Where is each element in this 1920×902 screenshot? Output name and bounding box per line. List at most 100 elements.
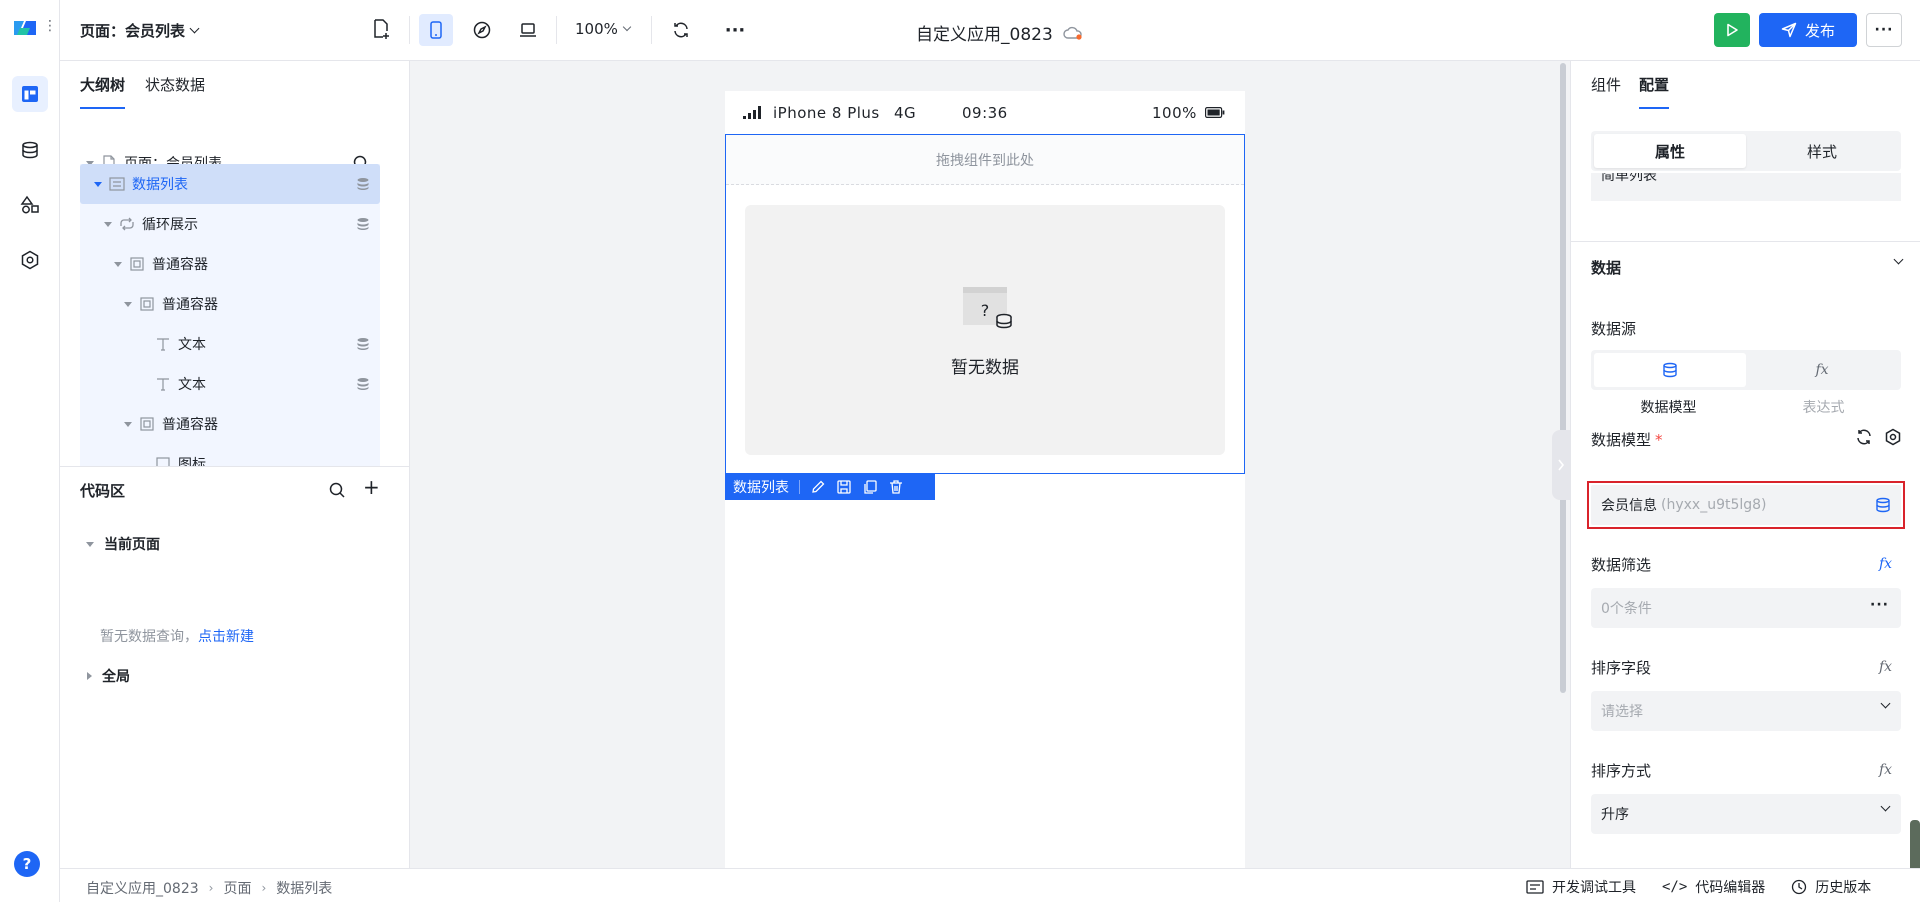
delete-icon[interactable] [888,479,904,495]
chevron-down-icon [1880,698,1891,709]
add-page-button[interactable] [370,18,392,44]
refresh-icon [674,22,688,38]
more-vertical-icon[interactable]: ⋮ [43,19,57,33]
code-editor-button[interactable]: </> 代码编辑器 [1662,877,1765,897]
code-global[interactable]: 全局 [80,666,130,686]
zoom-select[interactable]: 100% [575,20,632,38]
fx-icon[interactable]: fx [1879,659,1892,675]
refresh-icon[interactable] [1855,428,1873,446]
save-icon[interactable] [836,479,852,495]
caret-down-icon [124,421,132,427]
code-empty-text: 暂无数据查询， [100,629,198,645]
sort-order-select[interactable]: 升序 [1591,794,1901,834]
tree-node-data-list[interactable]: 数据列表 [80,164,380,204]
tree-node-container[interactable]: 普通容器 [80,404,380,444]
datasource-model-option[interactable] [1594,353,1746,387]
zoom-value: 100% [575,20,618,38]
refresh-button[interactable] [664,14,698,46]
history-icon [1792,879,1807,895]
drop-hint: 拖拽组件到此处 [726,135,1244,185]
settings-icon[interactable] [1884,428,1902,446]
history-button[interactable]: 历史版本 [1791,877,1871,897]
dev-tools-label: 开发调试工具 [1552,880,1636,896]
run-preview-button[interactable] [1714,13,1750,47]
rail-settings-button[interactable] [12,242,48,278]
help-icon[interactable]: ? [14,851,40,877]
datasource-expression-option[interactable]: fx [1746,353,1898,387]
tree-node-text[interactable]: 文本 [80,324,380,364]
tab-config[interactable]: 配置 [1639,61,1670,109]
search-icon[interactable] [328,481,346,499]
dev-tools-button[interactable]: 开发调试工具 [1526,877,1636,897]
container-icon [138,415,156,433]
placeholder-mark: ? [981,301,990,320]
chevron-down-icon [189,23,200,34]
phone-status-bar: iPhone 8 Plus 4G 09:36 100% [725,91,1245,134]
tree-node-icon[interactable]: 图标 [80,444,380,466]
copy-icon[interactable] [862,479,878,495]
code-global-label: 全局 [102,669,130,685]
rail-components-button[interactable] [12,187,48,223]
tab-outline-tree[interactable]: 大纲树 [80,61,126,109]
breadcrumb-app[interactable]: 自定义应用_0823 [86,878,199,898]
caret-down-icon [86,541,94,547]
tab-state-data[interactable]: 状态数据 [145,61,205,109]
chevron-down-icon [622,22,632,32]
tree-node-container[interactable]: 普通容器 [80,244,380,284]
chevron-down-icon[interactable] [1893,254,1904,265]
code-empty-hint: 暂无数据查询，点击新建 [100,626,254,646]
code-current-page-label: 当前页面 [104,537,160,553]
divider [799,480,800,494]
rail-outline-button[interactable] [12,76,48,112]
breadcrumb: 自定义应用_0823 › 页面 › 数据列表 [86,878,332,898]
plus-icon[interactable]: + [363,477,380,497]
code-editor-label: 代码编辑器 [1695,880,1766,896]
edit-icon[interactable] [810,479,826,495]
divider [60,466,410,467]
panel-collapse-handle[interactable] [1552,430,1570,500]
more-horizontal-icon[interactable]: ··· [1870,597,1889,613]
publish-button[interactable]: 发布 [1759,13,1857,47]
code-current-page[interactable]: 当前页面 [80,534,160,554]
status-time: 09:36 [962,103,1008,122]
breadcrumb-page[interactable]: 页面 [223,878,251,898]
model-label-text: 数据模型 [1591,431,1652,449]
rail-data-button[interactable] [12,132,48,168]
selection-toolbar: 数据列表 [725,474,935,500]
segment-styles[interactable]: 样式 [1746,134,1898,168]
shapes-icon [20,195,39,214]
page-selector[interactable]: 页面：会员列表 [80,20,200,41]
tree-node-loop[interactable]: 循环展示 [80,204,380,244]
container-icon [138,295,156,313]
device-tablet-button[interactable] [465,14,499,46]
segment-properties[interactable]: 属性 [1594,134,1746,168]
create-query-link[interactable]: 点击新建 [198,629,254,645]
more-horizontal-icon[interactable]: ··· [718,14,752,46]
breadcrumb-component[interactable]: 数据列表 [276,878,332,898]
fx-icon[interactable]: fx [1879,762,1892,778]
more-button[interactable]: ··· [1866,13,1902,47]
cloud-sync-icon [1063,26,1082,40]
tab-components[interactable]: 组件 [1591,61,1621,109]
bottom-bar: 自定义应用_0823 › 页面 › 数据列表 开发调试工具 </> 代码编辑器 … [60,868,1920,902]
canvas-scrollbar[interactable] [1560,63,1566,693]
sort-field-select[interactable]: 请选择 [1591,691,1901,731]
tree-node-container[interactable]: 普通容器 [80,284,380,324]
device-mobile-button[interactable] [419,14,453,46]
fx-icon: fx [1815,362,1829,378]
code-icon: </> [1662,879,1688,895]
section-data-title[interactable]: 数据 [1591,257,1621,278]
divider [651,16,652,44]
send-icon [1781,22,1797,38]
sort-order-label: 排序方式 [1591,762,1652,780]
data-list-component[interactable]: 拖拽组件到此处 ? 暂无数据 [725,134,1245,474]
fx-icon[interactable]: fx [1879,556,1892,572]
tree-node-text[interactable]: 文本 [80,364,380,404]
list-type-select[interactable]: 简单列表 [1591,173,1901,201]
tree-clip: 图标 [80,444,380,466]
database-icon [357,178,369,190]
caret-right-icon [87,672,92,680]
filter-input[interactable]: 0个条件 ··· [1591,588,1901,628]
phone-preview: iPhone 8 Plus 4G 09:36 100% 拖拽组件到此处 ? 暂无… [725,91,1245,868]
device-desktop-button[interactable] [511,14,545,46]
